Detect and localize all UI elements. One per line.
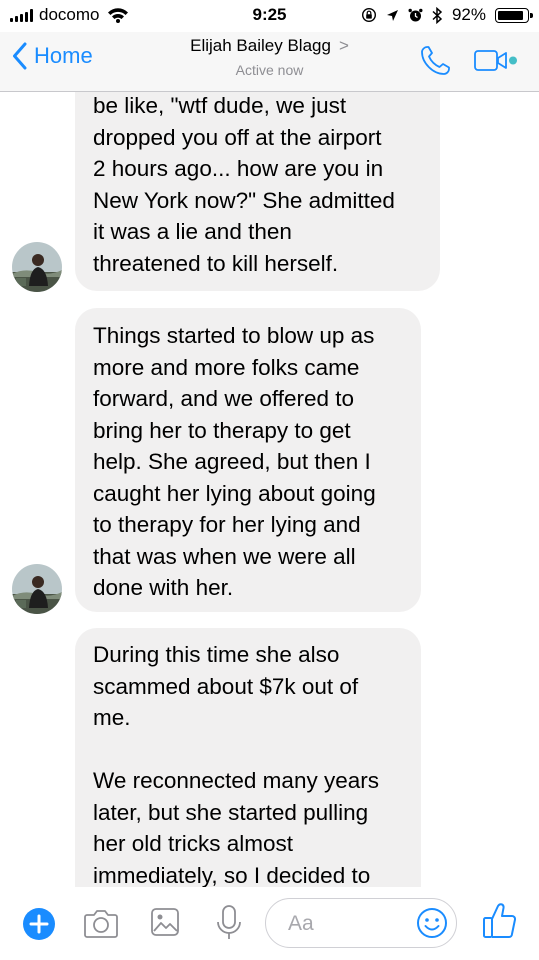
avatar[interactable] xyxy=(12,242,62,292)
bluetooth-icon xyxy=(432,6,443,24)
thumbs-up-icon[interactable] xyxy=(482,901,518,941)
chevron-right-icon: > xyxy=(338,36,349,55)
message-bubble[interactable]: be like, "wtf dude, we just dropped you … xyxy=(75,92,440,291)
battery-fill xyxy=(498,10,524,20)
message-bubble[interactable]: Things started to blow up as more and mo… xyxy=(75,308,421,612)
location-icon xyxy=(386,9,398,21)
message-input-box[interactable] xyxy=(265,898,457,948)
battery-icon xyxy=(495,7,533,23)
status-bar: docomo 9:25 92% xyxy=(0,0,539,32)
battery-percent: 92% xyxy=(451,5,486,24)
contact-name: Elijah Bailey Blagg xyxy=(190,36,331,55)
emoji-icon[interactable] xyxy=(416,907,448,939)
plus-icon[interactable] xyxy=(22,907,56,941)
conversation-header: Home Elijah Bailey Blagg > Active now xyxy=(0,32,539,92)
rotation-lock-icon xyxy=(361,7,376,23)
message-thread[interactable]: be like, "wtf dude, we just dropped you … xyxy=(0,92,539,887)
video-call-icon[interactable] xyxy=(473,48,523,74)
avatar-photo xyxy=(12,242,62,292)
microphone-icon[interactable] xyxy=(216,904,242,942)
presence-status: Active now xyxy=(235,62,304,78)
avatar[interactable] xyxy=(12,564,62,614)
avatar-photo xyxy=(12,564,62,614)
status-right: 92% xyxy=(361,5,533,25)
message-composer xyxy=(0,887,539,960)
phone-call-icon[interactable] xyxy=(418,44,452,78)
active-status-dot xyxy=(509,56,517,65)
camera-icon[interactable] xyxy=(83,907,119,939)
message-input[interactable] xyxy=(286,909,410,939)
message-bubble[interactable]: During this time she also scammed about … xyxy=(75,628,421,887)
alarm-icon xyxy=(408,8,423,21)
contact-name-button[interactable]: Elijah Bailey Blagg > xyxy=(0,36,539,56)
image-icon[interactable] xyxy=(150,907,180,937)
